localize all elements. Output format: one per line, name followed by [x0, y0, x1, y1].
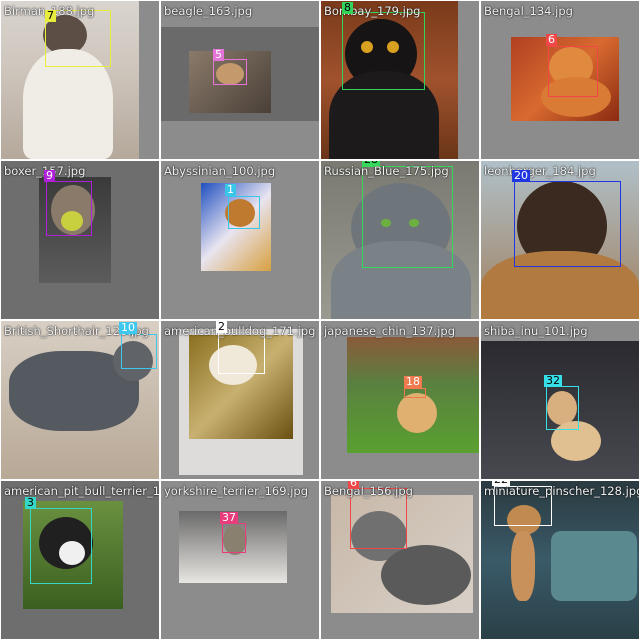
grid-tile[interactable]: miniature_pinscher_128.jpg 22	[481, 481, 639, 639]
grid-tile[interactable]: boxer_157.jpg 9	[1, 161, 159, 319]
image-filename: american_bulldog_171.jpg	[164, 324, 316, 338]
bounding-box	[222, 523, 246, 553]
bbox-label: 1	[225, 183, 236, 196]
grid-tile[interactable]: american_bulldog_171.jpg 2	[161, 321, 319, 479]
bounding-box	[362, 166, 453, 268]
bbox-label: 32	[544, 374, 562, 387]
image-filename: shiba_inu_101.jpg	[484, 324, 588, 338]
grid-tile[interactable]: leonberger_184.jpg 20	[481, 161, 639, 319]
bounding-box	[121, 334, 157, 369]
bounding-box	[46, 181, 92, 236]
bbox-label: 7	[45, 9, 56, 22]
bbox-label: 28	[362, 161, 380, 166]
bounding-box	[546, 386, 579, 430]
image-filename: japanese_chin_137.jpg	[324, 324, 456, 338]
bbox-label: 8	[342, 1, 353, 14]
bounding-box	[514, 181, 621, 267]
bbox-label: 6	[546, 33, 557, 46]
grid-tile[interactable]: Bengal_134.jpg 6	[481, 1, 639, 159]
image-filename: Russian_Blue_175.jpg	[324, 164, 449, 178]
bbox-label: 20	[512, 169, 530, 182]
bounding-box	[30, 508, 92, 584]
grid-tile[interactable]: Russian_Blue_175.jpg 28	[321, 161, 479, 319]
bounding-box	[548, 46, 598, 97]
image-filename: leonberger_184.jpg	[484, 164, 596, 178]
grid-tile[interactable]: Bombay_179.jpg 8	[321, 1, 479, 159]
image-grid: Birman_188.jpg 7 beagle_163.jpg 5 Bombay…	[0, 0, 640, 640]
bbox-label: 5	[213, 48, 224, 61]
image-filename: miniature_pinscher_128.jpg	[484, 484, 639, 498]
image-filename: Bengal_156.jpg	[324, 484, 413, 498]
grid-tile[interactable]: Bengal_156.jpg 6	[321, 481, 479, 639]
image-filename: beagle_163.jpg	[164, 4, 253, 18]
grid-tile[interactable]: japanese_chin_137.jpg 18	[321, 321, 479, 479]
bbox-label: 9	[44, 169, 55, 182]
bbox-label: 22	[492, 481, 510, 486]
bounding-box	[342, 12, 425, 90]
bbox-label: 3	[25, 496, 36, 509]
grid-tile[interactable]: american_pit_bull_terrier_102.jpg 3	[1, 481, 159, 639]
bbox-label: 37	[220, 511, 238, 524]
image-filename: Bombay_179.jpg	[324, 4, 421, 18]
image-filename: Abyssinian_100.jpg	[164, 164, 276, 178]
bounding-box	[213, 59, 247, 85]
grid-tile[interactable]: shiba_inu_101.jpg 32	[481, 321, 639, 479]
bounding-box	[404, 388, 426, 398]
grid-tile[interactable]: beagle_163.jpg 5	[161, 1, 319, 159]
bbox-label: 18	[404, 375, 422, 388]
bbox-label: 10	[119, 321, 137, 334]
bbox-label: 2	[216, 321, 227, 333]
grid-tile[interactable]: British_Shorthair_128.jpg 10	[1, 321, 159, 479]
grid-tile[interactable]: Abyssinian_100.jpg 1	[161, 161, 319, 319]
grid-tile[interactable]: yorkshire_terrier_169.jpg 37	[161, 481, 319, 639]
bbox-label: 6	[348, 481, 359, 489]
image-filename: yorkshire_terrier_169.jpg	[164, 484, 308, 498]
bounding-box	[218, 332, 265, 374]
bounding-box	[228, 196, 260, 229]
image-filename: Bengal_134.jpg	[484, 4, 573, 18]
grid-tile[interactable]: Birman_188.jpg 7	[1, 1, 159, 159]
